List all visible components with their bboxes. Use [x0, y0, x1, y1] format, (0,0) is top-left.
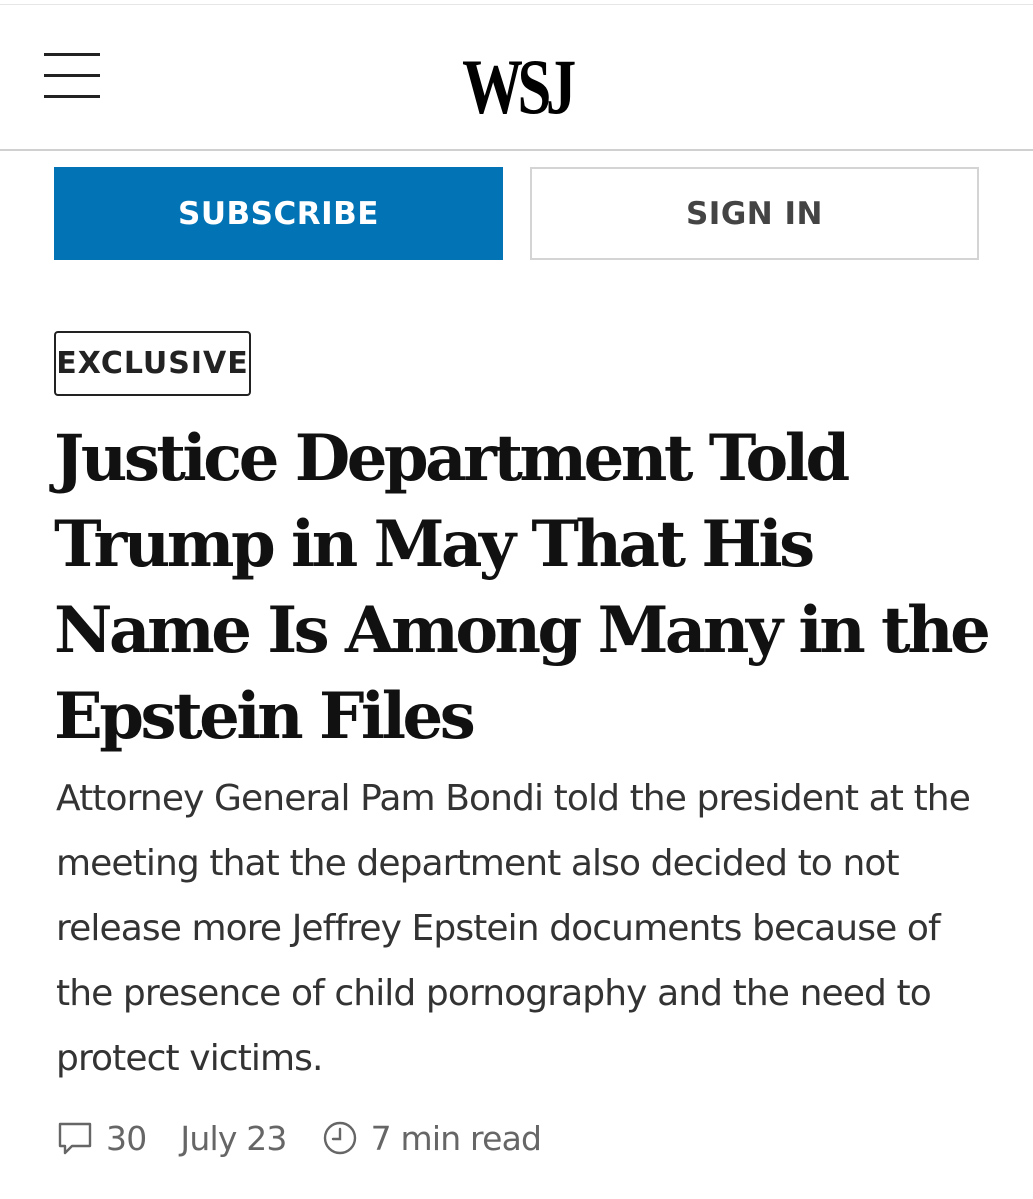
subscribe-button[interactable]: SUBSCRIBE [54, 167, 503, 260]
clock-icon [321, 1119, 359, 1157]
read-time-label: 7 min read [370, 1118, 542, 1158]
comments-link[interactable]: 30 [56, 1118, 147, 1158]
wsj-logo[interactable]: WSJ [114, 45, 920, 129]
header-divider [0, 149, 1033, 151]
article-headline[interactable]: Justice Department Told Trump in May Tha… [54, 416, 1014, 760]
exclusive-badge: EXCLUSIVE [54, 331, 251, 396]
sign-in-button[interactable]: SIGN IN [530, 167, 979, 260]
publish-date: July 23 [180, 1118, 287, 1158]
comment-bubble-icon [56, 1119, 94, 1157]
article-summary: Attorney General Pam Bondi told the pres… [56, 778, 971, 1079]
hamburger-menu-icon[interactable] [44, 49, 101, 101]
article-meta: 30 July 23 7 min read [56, 1113, 542, 1163]
read-time: 7 min read [321, 1119, 542, 1158]
site-header: WSJ [0, 5, 1033, 149]
comment-count: 30 [106, 1118, 147, 1158]
